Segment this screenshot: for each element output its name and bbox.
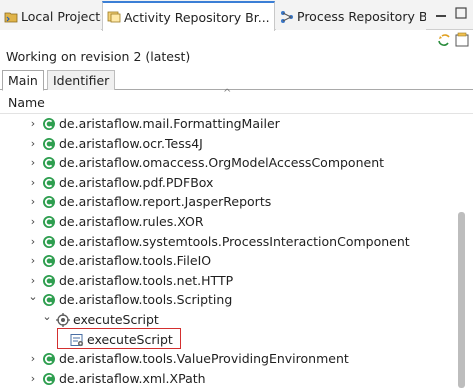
projects-icon <box>4 9 18 25</box>
collapse-chevron-icon[interactable]: ⌄ <box>42 311 52 323</box>
tree-row-label: de.aristaflow.rules.XOR <box>59 214 204 229</box>
tree-row[interactable]: › de.aristaflow.tools.FileIO <box>0 251 455 271</box>
tree-row-label: de.aristaflow.report.JasperReports <box>59 194 272 210</box>
tree-row-label: de.aristaflow.mail.FormattingMailer <box>59 116 280 131</box>
tree-row[interactable]: › de.aristaflow.pdf.PDFBox <box>0 173 455 193</box>
expand-chevron-icon[interactable]: › <box>28 255 38 267</box>
tree-row[interactable]: › de.aristaflow.mail.FormattingMailer <box>0 114 455 134</box>
expand-chevron-icon[interactable]: › <box>28 235 38 248</box>
component-icon <box>43 118 55 130</box>
view-toolbar <box>0 30 473 50</box>
refresh-icon[interactable] <box>436 32 452 48</box>
expand-chevron-icon[interactable]: › <box>28 176 38 189</box>
view-tab-bar: Local Projects Activity Repository Br...… <box>0 0 473 31</box>
filter-icon[interactable] <box>454 32 470 48</box>
selection-highlight-box <box>57 328 181 349</box>
tree-row-label: de.aristaflow.tools.net.HTTP <box>59 272 234 288</box>
expand-chevron-icon[interactable]: › <box>28 137 38 150</box>
tree-column-header[interactable]: Name ^ <box>0 88 473 114</box>
tree-row[interactable]: › de.aristaflow.omaccess.OrgModelAccessCo… <box>0 153 455 173</box>
expand-chevron-icon[interactable]: › <box>28 353 38 365</box>
tree-row[interactable]: ⌄ de.aristaflow.tools.Scripting <box>0 290 455 310</box>
tree-row[interactable]: › de.aristaflow.rules.XOR <box>0 212 455 232</box>
subtab-bar: Main Identifier <box>0 68 473 91</box>
tab-activity-repository-browser[interactable]: Activity Repository Br... × <box>102 1 275 31</box>
tree-row-label: de.aristaflow.omaccess.OrgModelAccessCom… <box>59 155 385 171</box>
subtab-main[interactable]: Main <box>2 70 44 91</box>
activity-repository-icon <box>107 9 121 25</box>
sort-ascending-icon: ^ <box>223 88 232 99</box>
tab-process-repository-browser[interactable]: Process Repository Br... <box>276 3 426 30</box>
component-icon <box>43 157 55 170</box>
operation-icon <box>56 313 70 327</box>
maximize-icon[interactable] <box>454 6 468 20</box>
component-icon <box>43 353 55 366</box>
tab-local-projects[interactable]: Local Projects <box>0 3 101 30</box>
tree-row[interactable]: › de.aristaflow.tools.ValueProvidingEnvir… <box>0 349 455 369</box>
expand-chevron-icon[interactable]: › <box>28 216 38 228</box>
tree-row-label: executeScript <box>73 312 159 327</box>
tree-row-label: de.aristaflow.xml.XPath <box>59 370 206 386</box>
tree-row-label: de.aristaflow.systemtools.ProcessInterac… <box>59 233 410 249</box>
process-repository-icon <box>280 9 294 25</box>
collapse-chevron-icon[interactable]: ⌄ <box>28 291 38 303</box>
expand-chevron-icon[interactable]: › <box>28 274 38 287</box>
component-icon <box>43 235 55 248</box>
component-icon <box>43 274 55 287</box>
expand-chevron-icon[interactable]: › <box>28 157 38 169</box>
component-icon <box>43 176 55 189</box>
tree-row-label: de.aristaflow.ocr.Tess4J <box>59 135 203 151</box>
tree-row[interactable]: › de.aristaflow.systemtools.ProcessIntera… <box>0 232 455 252</box>
component-icon <box>43 255 55 268</box>
column-name-label: Name <box>8 95 45 110</box>
subtab-label: Identifier <box>53 73 110 88</box>
tree-row-label: de.aristaflow.tools.Scripting <box>59 292 233 308</box>
tree-row[interactable]: › de.aristaflow.report.JasperReports <box>0 192 455 212</box>
tree-row-label: de.aristaflow.tools.ValueProvidingEnviro… <box>59 351 349 367</box>
tab-label: Process Repository Br... <box>297 9 426 24</box>
subtab-identifier[interactable]: Identifier <box>47 70 116 90</box>
tree-row[interactable]: › de.aristaflow.ocr.Tess4J <box>0 134 455 154</box>
tab-label: Local Projects <box>21 9 101 24</box>
scrollbar-thumb[interactable] <box>458 212 465 388</box>
minimize-icon[interactable] <box>434 6 448 20</box>
expand-chevron-icon[interactable]: › <box>28 372 38 385</box>
revision-status: Working on revision 2 (latest) <box>6 49 191 64</box>
tree-row[interactable]: ⌄ executeScript <box>0 310 455 330</box>
subtab-label: Main <box>8 73 38 88</box>
component-icon <box>43 137 55 150</box>
component-icon <box>43 294 55 307</box>
tree-row[interactable]: › de.aristaflow.tools.net.HTTP <box>0 271 455 291</box>
expand-chevron-icon[interactable]: › <box>28 196 38 208</box>
component-icon <box>43 216 55 228</box>
component-icon <box>43 196 55 209</box>
component-icon <box>43 372 55 385</box>
tree-row-label: de.aristaflow.pdf.PDFBox <box>59 174 214 190</box>
tree-row-label: de.aristaflow.tools.FileIO <box>59 253 212 269</box>
tree-row[interactable]: › de.aristaflow.xml.XPath <box>0 369 455 388</box>
expand-chevron-icon[interactable]: › <box>28 118 38 130</box>
tab-label: Activity Repository Br... <box>124 9 270 25</box>
